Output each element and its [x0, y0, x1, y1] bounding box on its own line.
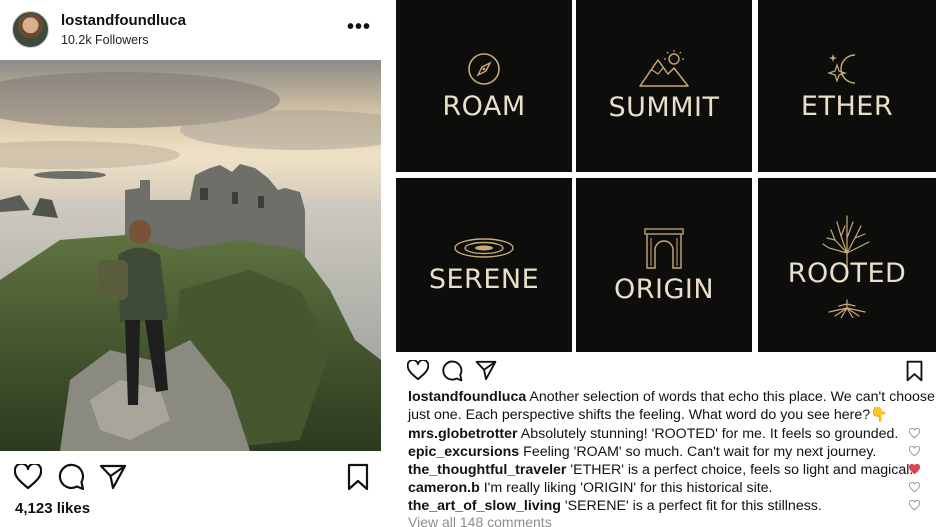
comment-icon[interactable] — [57, 463, 85, 491]
avatar[interactable] — [12, 11, 49, 48]
tile-origin[interactable]: ORIGIN — [576, 178, 752, 352]
comments-list: mrs.globetrotter Absolutely stunning! 'R… — [408, 425, 936, 515]
tile-word: ORIGIN — [613, 273, 715, 305]
tile-word: SERENE — [428, 263, 540, 295]
tile-word: ETHER — [800, 90, 894, 122]
mountain-sun-icon — [639, 49, 689, 87]
comment: cameron.b I'm really liking 'ORIGIN' for… — [408, 479, 936, 497]
compass-icon — [468, 52, 500, 85]
heart-icon[interactable] — [14, 464, 42, 490]
comment-text: Absolutely stunning! 'ROOTED' for me. It… — [520, 426, 899, 442]
left-post: lostandfoundluca 10.2k Followers ••• 4,1… — [0, 0, 381, 527]
comment-like-icon[interactable] — [909, 482, 920, 493]
view-all-comments-link[interactable]: View all 148 comments — [408, 514, 552, 527]
comment-text: 'SERENE' is a perfect fit for this still… — [564, 498, 822, 514]
followers-count: 10.2k Followers — [61, 33, 149, 47]
bookmark-icon[interactable] — [906, 360, 923, 382]
tile-word: ROAM — [442, 90, 526, 122]
share-icon[interactable] — [99, 464, 127, 490]
comment-text: 'ETHER' is a perfect choice, feels so li… — [570, 462, 914, 478]
tile-word: ROOTED — [787, 258, 907, 289]
word-grid: ROAM SUMMIT ETHER SERENE ORIGIN ROOTED — [394, 0, 936, 353]
post-actions — [0, 458, 381, 498]
tile-roam[interactable]: ROAM — [396, 0, 572, 172]
tile-serene[interactable]: SERENE — [396, 178, 572, 352]
comment-like-icon[interactable] — [909, 446, 920, 457]
post-header: lostandfoundluca 10.2k Followers ••• — [0, 0, 381, 60]
post-username[interactable]: lostandfoundluca — [61, 12, 186, 29]
moon-stars-icon — [827, 53, 856, 84]
tile-word: SUMMIT — [608, 91, 720, 123]
comment-username[interactable]: the_art_of_slow_living — [408, 498, 561, 514]
likes-count[interactable]: 4,123 likes — [15, 500, 90, 517]
more-icon[interactable]: ••• — [347, 16, 371, 39]
archway-icon — [644, 227, 684, 269]
comment-username[interactable]: the_thoughtful_traveler — [408, 462, 566, 478]
comment-text: Feeling 'ROAM' so much. Can't wait for m… — [523, 444, 877, 460]
comment-username[interactable]: cameron.b — [408, 480, 480, 496]
caption-username[interactable]: lostandfoundluca — [408, 389, 526, 405]
comment-username[interactable]: epic_excursions — [408, 444, 519, 460]
comment-text: I'm really liking 'ORIGIN' for this hist… — [483, 480, 773, 496]
comment-username[interactable]: mrs.globetrotter — [408, 426, 518, 442]
comment-like-icon[interactable] — [909, 428, 920, 439]
comment-icon[interactable] — [441, 360, 463, 382]
tile-ether[interactable]: ETHER — [758, 0, 936, 172]
comment: the_thoughtful_traveler 'ETHER' is a per… — [408, 461, 936, 479]
comment-liked-icon[interactable] — [909, 464, 920, 475]
bookmark-icon[interactable] — [347, 463, 369, 491]
post-actions-right — [394, 357, 936, 387]
comment: epic_excursions Feeling 'ROAM' so much. … — [408, 443, 936, 461]
tile-rooted[interactable]: ROOTED — [758, 178, 936, 352]
post-caption: lostandfoundluca Another selection of wo… — [408, 388, 936, 424]
pointing-down-emoji: 👇 — [870, 407, 888, 423]
right-post: ROAM SUMMIT ETHER SERENE ORIGIN ROOTED l… — [394, 0, 936, 527]
share-icon[interactable] — [475, 360, 497, 381]
heart-icon[interactable] — [407, 360, 429, 381]
post-photo[interactable] — [0, 60, 381, 451]
comment: the_art_of_slow_living 'SERENE' is a per… — [408, 497, 936, 515]
comment: mrs.globetrotter Absolutely stunning! 'R… — [408, 425, 936, 443]
tile-summit[interactable]: SUMMIT — [576, 0, 752, 172]
comment-like-icon[interactable] — [909, 500, 920, 511]
ripple-icon — [454, 237, 514, 258]
